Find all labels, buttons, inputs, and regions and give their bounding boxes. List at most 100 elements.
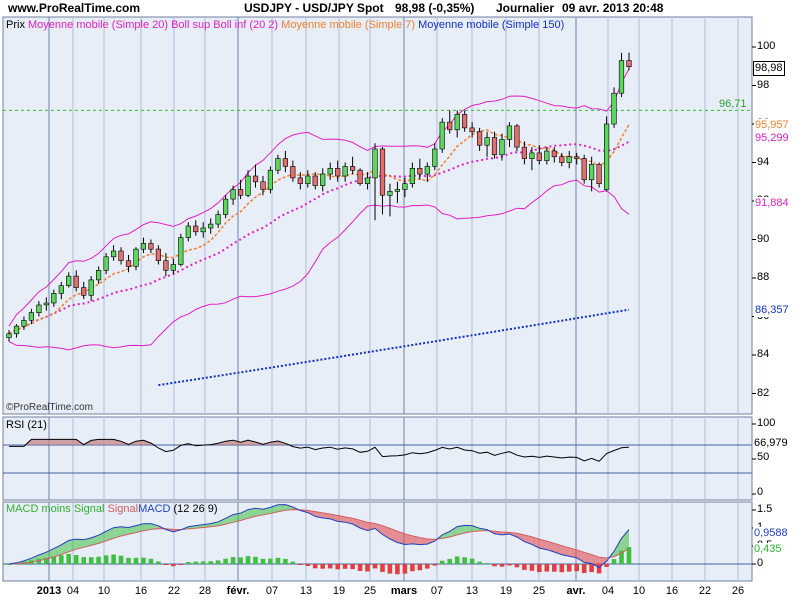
candle-body [140, 243, 147, 250]
macd-histogram-bar [171, 564, 176, 567]
candle-body [81, 287, 87, 296]
macd-histogram-bar [395, 564, 400, 575]
x-label: 10 [97, 585, 111, 597]
candle-body [626, 60, 632, 67]
candle-body [13, 325, 20, 335]
x-label: 07 [265, 585, 279, 597]
macd-histogram-bar [178, 564, 184, 565]
price-legend: Prix Moyenne mobile (Simple 20) Boll sup… [6, 19, 564, 31]
candle-body [454, 114, 460, 131]
macd-histogram-bar [223, 558, 228, 564]
macd-histogram-bar [305, 564, 311, 566]
macd-histogram-bar [410, 564, 415, 572]
macd-histogram-bar [454, 556, 460, 564]
x-label: 22 [167, 585, 181, 597]
macd-histogram-bar [581, 564, 587, 574]
macd-histogram-bar [611, 559, 617, 564]
rsi-panel [2, 416, 756, 501]
macd-histogram-bar [514, 564, 520, 568]
macd-histogram-bar [200, 561, 206, 564]
legend-macd-hist: MACD moins Signal [6, 503, 105, 515]
macd-histogram-bar [387, 564, 393, 574]
candle-body [96, 269, 102, 281]
macd-tick-1.5: 1.5 [757, 503, 773, 515]
macd-histogram-bar [492, 564, 497, 567]
rsi-tick-0: 0 [757, 486, 764, 498]
candle-body [290, 166, 296, 179]
x-label: 25 [363, 585, 377, 597]
macd-histogram-bar [477, 561, 482, 564]
candle-body [111, 250, 117, 258]
candle-body [200, 227, 206, 233]
price-tick-82: 82 [757, 387, 770, 399]
sma20-value-label: 95,299 [754, 132, 790, 145]
price-tick-100: 100 [757, 40, 776, 52]
macd-histogram-bar [522, 564, 527, 570]
x-label-avr: avr. [566, 585, 586, 597]
candle-body [178, 237, 184, 265]
candle-body [230, 189, 236, 200]
macd-histogram-bar [566, 564, 572, 572]
x-label: 28 [198, 585, 212, 597]
candle-body [28, 312, 35, 321]
candle-body [252, 175, 259, 183]
price-tick-98: 98 [757, 79, 770, 91]
rsi-background [2, 416, 753, 501]
legend-bollinger: Boll sup Boll inf (20 2) [171, 19, 279, 31]
macd-histogram-bar [417, 564, 423, 571]
macd-histogram-bar [484, 563, 490, 565]
candle-body [275, 158, 281, 171]
macd-histogram-bar [148, 558, 154, 564]
x-label: 07 [430, 585, 444, 597]
candle-body [118, 250, 124, 261]
period-label: Journalier [496, 1, 555, 15]
candle-body [193, 225, 199, 233]
macd-histogram-bar [447, 558, 452, 564]
macd-histogram-bar [208, 561, 213, 564]
candle-body [36, 304, 42, 313]
macd-histogram-bar [298, 564, 303, 565]
macd-histogram-bar [365, 564, 370, 572]
candle-body [260, 181, 266, 190]
x-label: 04 [601, 585, 615, 597]
datetime-label: 09 avr. 2013 20:48 [562, 1, 664, 15]
candle-body [43, 302, 49, 306]
macd-histogram-bar [141, 557, 146, 564]
candle-body [148, 243, 154, 250]
macd-histogram-bar [357, 564, 363, 571]
candle-body [514, 125, 520, 148]
candle-body [536, 152, 542, 161]
legend-macd-params: (12 26 9) [173, 503, 218, 515]
legend-macd: MACD [138, 503, 171, 515]
macd-histogram-bar [186, 562, 191, 564]
macd-histogram-bar [596, 564, 602, 574]
macd-histogram-bar [73, 555, 79, 564]
candle-body [402, 183, 408, 190]
chart-root: { "header": { "site": "www.ProRealTime.c… [0, 0, 800, 600]
macd-histogram-bar [156, 561, 161, 564]
macd-histogram-bar [111, 554, 116, 564]
candle-body [596, 164, 602, 184]
macd-histogram-bar [215, 560, 221, 564]
candle-body [335, 168, 341, 177]
macd-histogram-bar [118, 555, 124, 564]
boll-lower-value-label: 91,884 [754, 197, 790, 210]
legend-sma7: Moyenne mobile (Simple 7) [281, 19, 416, 31]
macd-histogram-bar [350, 564, 355, 570]
rsi-tick-50: 50 [757, 451, 770, 463]
candle-body [611, 92, 617, 125]
candle-body [588, 164, 595, 181]
candle-body [499, 139, 505, 156]
price-tick-94: 94 [757, 156, 770, 168]
macd-histogram-bar [589, 564, 594, 573]
macd-histogram-bar [439, 560, 445, 564]
macd-histogram-bar [283, 558, 288, 564]
macd-histogram-bar [552, 564, 557, 572]
price-tick-88: 88 [757, 271, 770, 283]
rsi-legend: RSI (21) [6, 419, 47, 431]
candle-body [476, 131, 483, 146]
macd-histogram-bar [275, 557, 281, 564]
candle-body [215, 214, 221, 225]
sma150-value-label: 86,357 [754, 304, 790, 317]
candle-body [372, 148, 378, 179]
